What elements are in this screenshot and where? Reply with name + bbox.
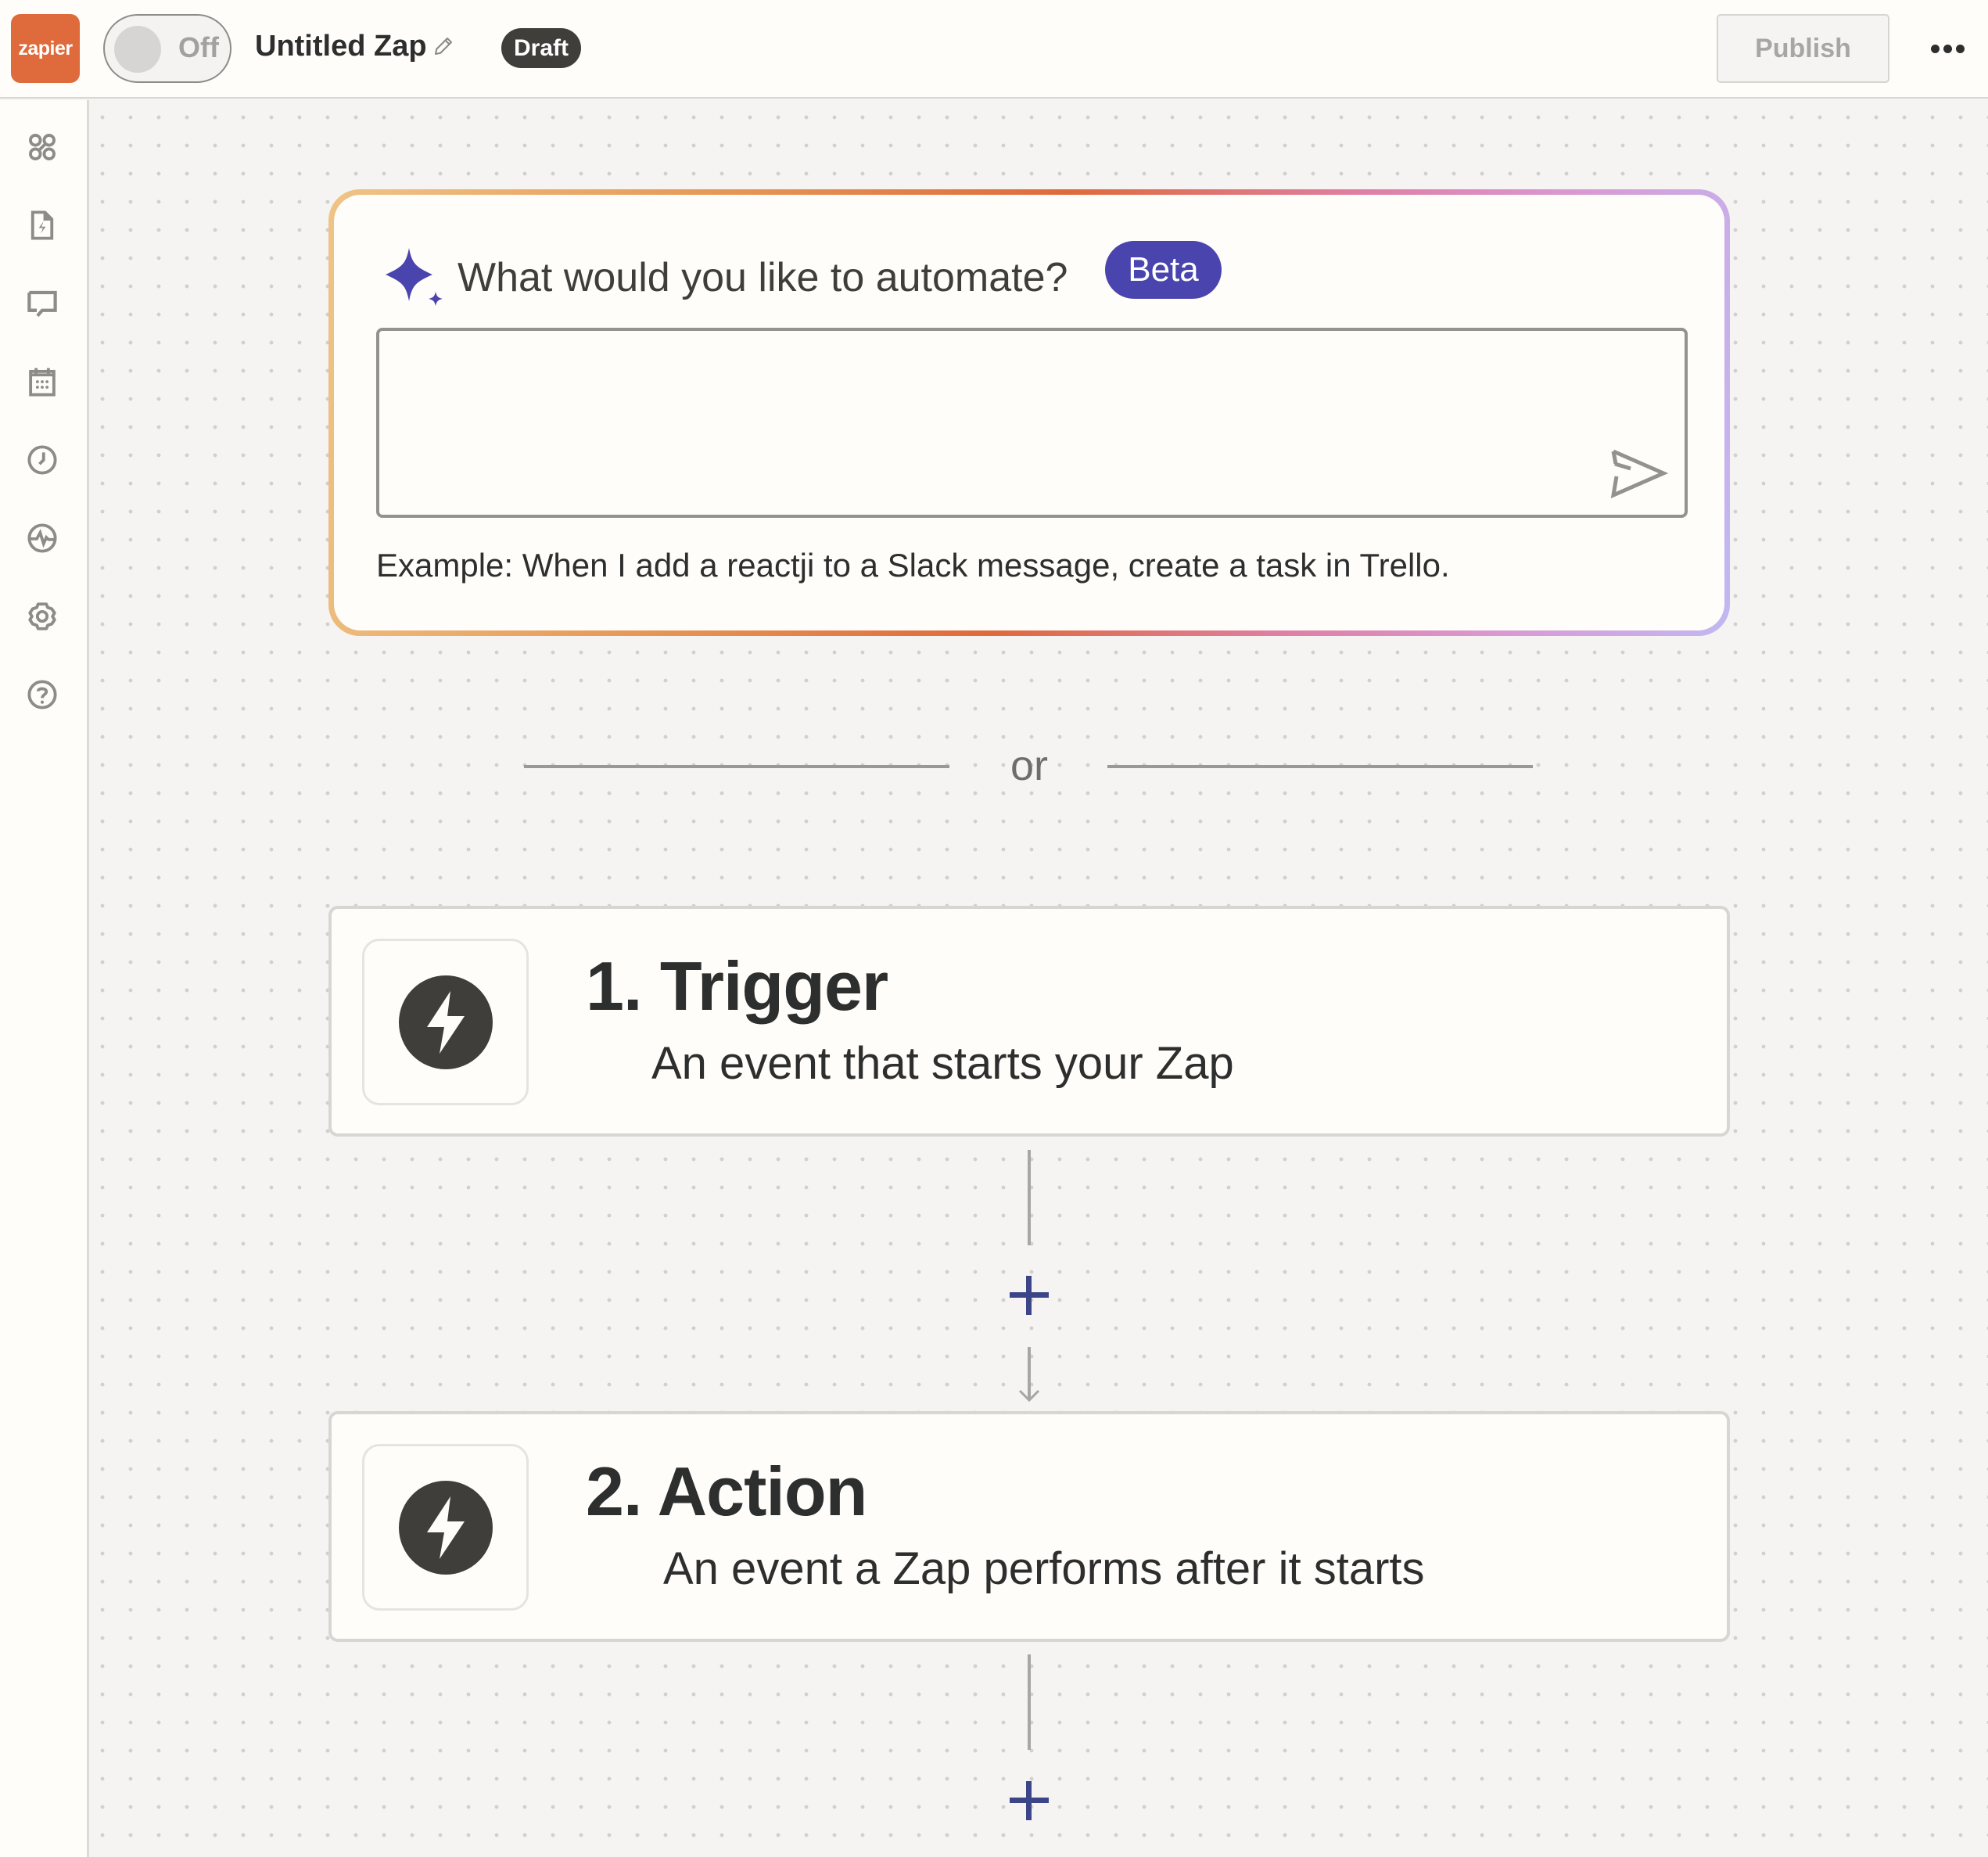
sparkle-icon — [386, 248, 443, 306]
divider-or-label: or — [1010, 742, 1048, 789]
pencil-icon[interactable] — [432, 34, 455, 58]
sidebar-item-activity[interactable] — [21, 517, 63, 559]
more-options-button[interactable] — [1924, 30, 1971, 67]
bolt-icon — [399, 1481, 493, 1575]
zapier-logo[interactable]: zapier — [11, 14, 80, 83]
beta-badge: Beta — [1105, 241, 1222, 299]
sidebar — [0, 100, 89, 1857]
gear-icon — [28, 602, 56, 630]
connector-line — [1028, 1654, 1031, 1750]
sidebar-item-chat[interactable] — [21, 282, 63, 325]
sidebar-item-apps[interactable] — [21, 126, 63, 168]
apps-icon — [29, 134, 56, 160]
arrow-down-icon — [1018, 1389, 1040, 1403]
automation-prompt-input[interactable] — [376, 328, 1688, 518]
trigger-step-card[interactable]: 1. Trigger An event that starts your Zap — [328, 906, 1730, 1137]
connector-line — [1028, 1150, 1031, 1245]
toggle-knob — [114, 26, 161, 73]
publish-button[interactable]: Publish — [1717, 14, 1889, 83]
top-bar: zapier Off Untitled Zap Draft Publish — [0, 0, 1988, 99]
more-horizontal-icon — [1955, 44, 1965, 53]
trigger-step-title: 1. Trigger — [586, 947, 888, 1025]
zap-title[interactable]: Untitled Zap — [255, 30, 427, 63]
action-step-title: 2. Action — [586, 1453, 867, 1530]
sidebar-item-zaps[interactable] — [21, 204, 63, 246]
status-badge: Draft — [501, 28, 582, 68]
send-icon[interactable] — [1607, 445, 1670, 501]
sidebar-item-settings[interactable] — [21, 595, 63, 638]
action-step-card[interactable]: 2. Action An event a Zap performs after … — [328, 1411, 1730, 1642]
bolt-icon — [399, 975, 493, 1069]
more-horizontal-icon — [1930, 44, 1940, 53]
ai-prompt-card-body: What would you like to automate? Beta Ex… — [334, 195, 1724, 630]
action-step-subtitle: An event a Zap performs after it starts — [663, 1543, 1425, 1594]
toggle-label: Off — [178, 31, 219, 63]
divider-line-left — [524, 765, 949, 768]
ai-prompt-title: What would you like to automate? — [458, 255, 1068, 300]
add-step-button[interactable] — [1004, 1270, 1054, 1320]
sidebar-item-calendar[interactable] — [21, 361, 63, 403]
add-step-button[interactable] — [1004, 1776, 1054, 1826]
calendar-icon — [29, 368, 56, 397]
clock-icon — [27, 445, 57, 475]
more-horizontal-icon — [1943, 44, 1952, 53]
ai-prompt-example: Example: When I add a reactji to a Slack… — [376, 547, 1450, 584]
activity-icon — [27, 523, 57, 553]
zap-file-icon — [31, 210, 54, 240]
chat-icon — [27, 290, 57, 318]
trigger-step-subtitle: An event that starts your Zap — [651, 1038, 1234, 1089]
help-icon — [27, 680, 57, 709]
sidebar-item-help[interactable] — [21, 673, 63, 716]
sidebar-item-history[interactable] — [21, 439, 63, 481]
ai-prompt-card: What would you like to automate? Beta Ex… — [328, 189, 1730, 636]
action-step-icon — [362, 1444, 529, 1611]
trigger-step-icon — [362, 939, 529, 1105]
zap-on-off-toggle[interactable]: Off — [103, 14, 231, 83]
divider-line-right — [1107, 765, 1533, 768]
